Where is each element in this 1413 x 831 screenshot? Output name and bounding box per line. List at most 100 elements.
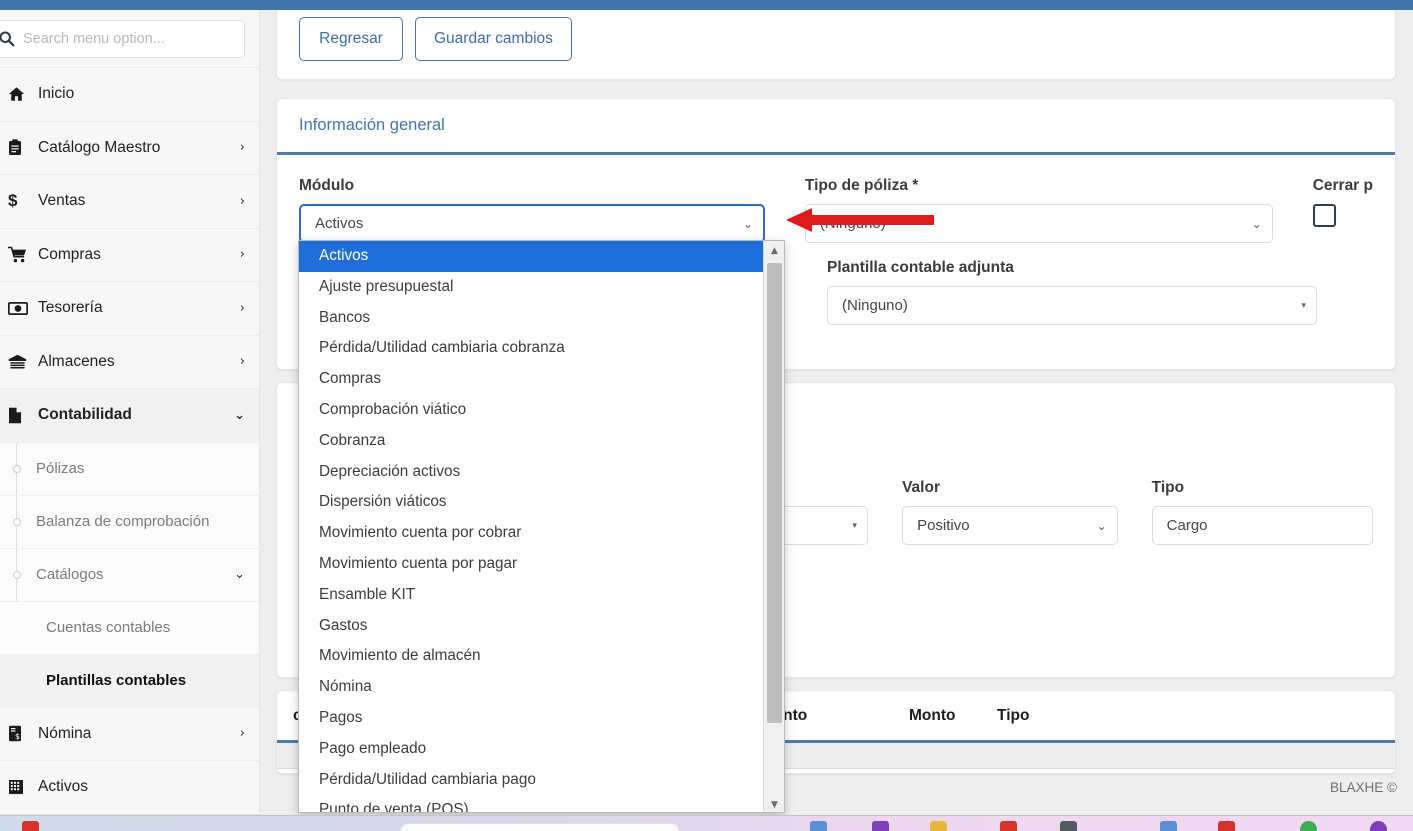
table-col-tipo: Tipo: [997, 706, 1030, 724]
dropdown-option[interactable]: Gastos: [299, 611, 765, 642]
dropdown-option[interactable]: Compras: [299, 364, 765, 395]
money-icon: [8, 301, 38, 315]
sidebar-item-contabilidad[interactable]: Contabilidad ⌄: [0, 389, 259, 443]
modulo-select-value: Activos: [315, 215, 364, 232]
sidebar-subitem-plantillas-contables[interactable]: Plantillas contables: [0, 654, 259, 708]
dropdown-option[interactable]: Movimiento cuenta por cobrar: [299, 518, 765, 549]
sidebar-item-label: Nómina: [38, 724, 92, 742]
dropdown-scrollbar-thumb[interactable]: [767, 263, 782, 723]
taskbar-icon-7[interactable]: [1160, 821, 1177, 831]
scroll-up-arrow-icon[interactable]: ▲: [764, 241, 784, 260]
dropdown-option[interactable]: Pérdida/Utilidad cambiaria cobranza: [299, 333, 765, 364]
sidebar-item-label: Almacenes: [38, 352, 115, 370]
sidebar-item-compras[interactable]: Compras ›: [0, 228, 259, 282]
caret-down-icon: ▾: [1301, 300, 1306, 311]
modulo-dropdown-options[interactable]: Activos Ajuste presupuestal Bancos Pérdida/…: [299, 241, 765, 812]
dropdown-option[interactable]: Ajuste presupuestal: [299, 272, 765, 303]
chevron-right-icon: ›: [239, 193, 245, 209]
save-changes-button[interactable]: Guardar cambios: [415, 17, 572, 61]
taskbar-icon-6[interactable]: [1060, 821, 1077, 831]
payroll-icon: $: [8, 725, 38, 742]
tipo-poliza-select[interactable]: (Ninguno) ⌄: [804, 204, 1273, 243]
modulo-dropdown-list[interactable]: Activos Ajuste presupuestal Bancos Pérdida/…: [298, 240, 785, 813]
general-info-form-row: Módulo Activos ⌄ Tipo de póliza * (Ningu…: [277, 155, 1395, 243]
sidebar-item-label: Catálogo Maestro: [38, 138, 161, 156]
tipo-poliza-select-value: (Ninguno): [819, 215, 886, 232]
dropdown-option[interactable]: Movimiento de almacén: [299, 641, 765, 672]
scroll-down-arrow-icon[interactable]: ▼: [764, 795, 784, 812]
modulo-select[interactable]: Activos ⌄: [299, 204, 765, 243]
taskbar-icon-2[interactable]: [810, 821, 827, 831]
search-box[interactable]: [0, 19, 245, 58]
footer-copyright: BLAXHE ©: [1330, 780, 1397, 795]
taskbar-search[interactable]: [400, 823, 680, 831]
dropdown-option[interactable]: Nómina: [299, 672, 765, 703]
bullet-icon: [13, 464, 21, 473]
field-plantilla-adjunta: Plantilla contable adjunta (Ninguno) ▾: [827, 259, 1317, 325]
plantilla-adjunta-label: Plantilla contable adjunta: [827, 259, 1014, 276]
sidebar-item-label: Ventas: [38, 192, 86, 210]
tipo-poliza-label: Tipo de póliza *: [804, 177, 919, 194]
cerrar-poliza-checkbox[interactable]: [1312, 204, 1336, 227]
taskbar-icon-5[interactable]: [1000, 821, 1017, 831]
tipo-input[interactable]: Cargo: [1151, 506, 1373, 545]
sidebar-item-label: Tesorería: [38, 299, 103, 317]
sidebar-subitem-label: Catálogos: [36, 566, 104, 583]
taskbar-icon-8[interactable]: [1218, 821, 1235, 831]
sidebar-item-inicio[interactable]: Inicio: [0, 68, 259, 122]
dropdown-option[interactable]: Bancos: [299, 303, 765, 334]
sidebar-subitem-cuentas-contables[interactable]: Cuentas contables: [0, 601, 259, 655]
valor-select-value: Positivo: [917, 517, 970, 534]
sidebar-item-activos[interactable]: Activos: [0, 761, 259, 815]
back-button[interactable]: Regresar: [299, 17, 403, 61]
table-col-monto: Monto: [909, 706, 956, 724]
taskbar-icon-1[interactable]: [22, 821, 39, 831]
dropdown-option[interactable]: Pérdida/Utilidad cambiaria pago: [299, 765, 765, 796]
clipboard-icon: [8, 139, 38, 156]
home-icon: [8, 86, 38, 102]
dropdown-option[interactable]: Comprobación viático: [299, 395, 765, 426]
sidebar-subitem-polizas[interactable]: Pólizas: [0, 443, 259, 496]
chevron-right-icon: ›: [239, 247, 245, 263]
sidebar-item-label: Contabilidad: [38, 406, 132, 424]
dropdown-option[interactable]: Pago empleado: [299, 734, 765, 765]
sidebar-item-nomina[interactable]: $ Nómina ›: [0, 707, 259, 761]
dropdown-scrollbar[interactable]: ▲ ▼: [763, 241, 784, 812]
taskbar-icon-4[interactable]: [930, 821, 947, 831]
dropdown-option[interactable]: Punto de venta (POS): [299, 795, 765, 812]
dropdown-option[interactable]: Cobranza: [299, 426, 765, 457]
sidebar-item-almacenes[interactable]: Almacenes ›: [0, 335, 259, 389]
taskbar-icon-10[interactable]: [1370, 821, 1387, 831]
sidebar-subitem-balanza[interactable]: Balanza de comprobación: [0, 496, 259, 549]
sidebar-item-ventas[interactable]: $ Ventas ›: [0, 175, 259, 229]
sidebar: Inicio Catálogo Maestro › $ Ventas ›: [0, 10, 260, 815]
sidebar-search-wrap: [0, 10, 259, 68]
sidebar-item-label: Activos: [38, 778, 88, 796]
taskbar-icon-9[interactable]: [1300, 821, 1317, 831]
field-valor: Valor Positivo ⌄: [902, 479, 1118, 545]
sidebar-subitem-catalogos[interactable]: Catálogos ⌄: [0, 549, 259, 602]
chevron-down-icon: ⌄: [1096, 518, 1107, 533]
caret-down-icon: ▾: [852, 520, 858, 531]
sidebar-subitem-label: Plantillas contables: [46, 672, 187, 689]
search-input[interactable]: [23, 30, 244, 47]
plantilla-adjunta-select[interactable]: (Ninguno) ▾: [827, 286, 1317, 325]
search-icon: [0, 21, 23, 57]
sidebar-item-tesoreria[interactable]: Tesorería ›: [0, 282, 259, 336]
building-icon: [8, 779, 38, 795]
os-taskbar[interactable]: [0, 815, 1413, 831]
dropdown-option[interactable]: Pagos: [299, 703, 765, 734]
dropdown-option[interactable]: Ensamble KIT: [299, 580, 765, 611]
sidebar-subitem-label: Pólizas: [36, 460, 85, 477]
cart-icon: [8, 246, 38, 263]
dollar-icon: $: [8, 191, 18, 211]
bullet-icon: [13, 517, 21, 526]
dropdown-option[interactable]: Activos: [299, 241, 765, 272]
dropdown-option[interactable]: Dispersión viáticos: [299, 487, 765, 518]
dropdown-option[interactable]: Depreciación activos: [299, 457, 765, 488]
bullet-icon: [13, 570, 21, 579]
taskbar-icon-3[interactable]: [872, 821, 889, 831]
sidebar-item-catalogo-maestro[interactable]: Catálogo Maestro ›: [0, 121, 259, 175]
valor-select[interactable]: Positivo ⌄: [902, 506, 1118, 545]
dropdown-option[interactable]: Movimiento cuenta por pagar: [299, 549, 765, 580]
